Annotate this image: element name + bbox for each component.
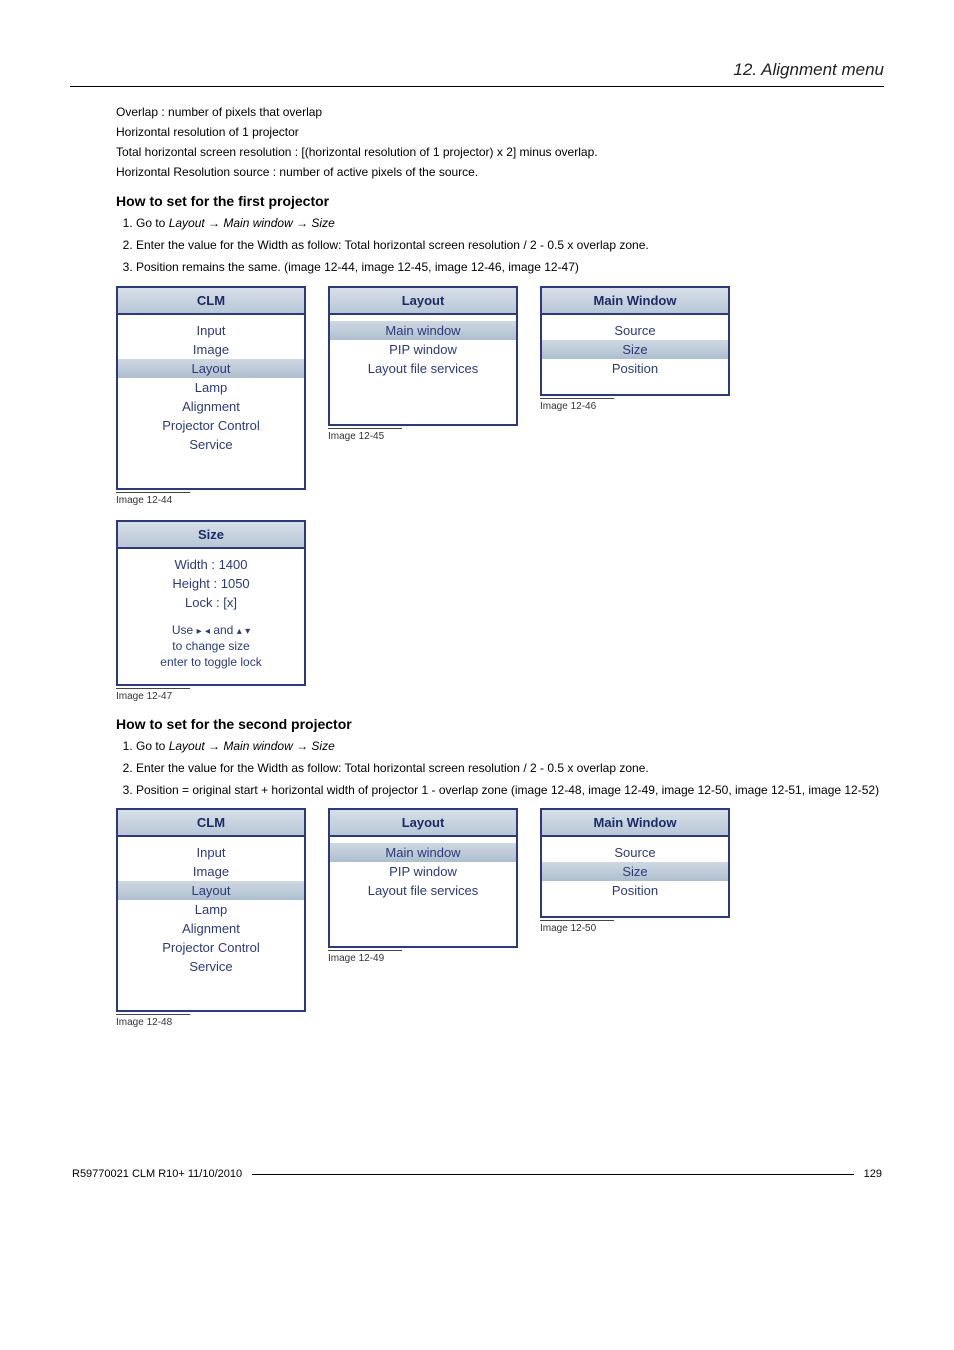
- hint1-pre: Use: [172, 623, 197, 637]
- mainwin2-menu: Main Window Source Size Position: [540, 808, 730, 918]
- clm2-col: CLM Input Image Layout Lamp Alignment Pr…: [116, 808, 306, 1028]
- triangle-right-icon: ▸: [197, 626, 202, 637]
- clm2-item-projector-control[interactable]: Projector Control: [118, 938, 304, 957]
- footer-line: [252, 1174, 854, 1175]
- size-hint2: to change size: [118, 638, 304, 654]
- section1-heading: How to set for the first projector: [116, 193, 884, 209]
- mainwin-menu: Main Window Source Size Position: [540, 286, 730, 396]
- footer-left: R59770021 CLM R10+ 11/10/2010: [72, 1168, 242, 1180]
- mainwin-item-source[interactable]: Source: [542, 321, 728, 340]
- clm-item-projector-control[interactable]: Projector Control: [118, 416, 304, 435]
- s2-pre: Go to: [136, 739, 169, 753]
- layout-caption: Image 12-45: [328, 428, 402, 442]
- section2-step3: Position = original start + horizontal w…: [136, 782, 884, 798]
- section1-step2: Enter the value for the Width as follow:…: [136, 237, 884, 253]
- layout2-item-file-services[interactable]: Layout file services: [330, 881, 516, 900]
- layout2-col: Layout Main window PIP window Layout fil…: [328, 808, 518, 964]
- layout-item-file-services[interactable]: Layout file services: [330, 359, 516, 378]
- clm2-item-service[interactable]: Service: [118, 957, 304, 976]
- layout-menu: Layout Main window PIP window Layout fil…: [328, 286, 518, 426]
- footer-page-number: 129: [864, 1168, 882, 1180]
- section-header: 12. Alignment menu: [70, 60, 884, 80]
- clm2-item-input[interactable]: Input: [118, 843, 304, 862]
- section2-step1: Go to Layout → Main window → Size: [136, 738, 884, 754]
- mainwin-col: Main Window Source Size Position Image 1…: [540, 286, 730, 412]
- size-hint1: Use ▸ ◂ and ▴ ▾: [118, 622, 304, 638]
- mainwin2-item-position[interactable]: Position: [542, 881, 728, 900]
- clm-col: CLM Input Image Layout Lamp Alignment Pr…: [116, 286, 306, 506]
- section2-step2: Enter the value for the Width as follow:…: [136, 760, 884, 776]
- intro-text: Overlap : number of pixels that overlap …: [70, 105, 884, 179]
- section1-menu-row: CLM Input Image Layout Lamp Alignment Pr…: [116, 286, 884, 506]
- section1-steps: Go to Layout → Main window → Size Enter …: [136, 215, 884, 276]
- header-rule: [70, 86, 884, 87]
- clm-caption: Image 12-44: [116, 492, 190, 506]
- intro-p3: Total horizontal screen resolution : [(h…: [116, 145, 884, 159]
- section1-step3: Position remains the same. (image 12-44,…: [136, 259, 884, 275]
- page-footer: R59770021 CLM R10+ 11/10/2010 129: [70, 1168, 884, 1180]
- mainwin-item-position[interactable]: Position: [542, 359, 728, 378]
- triangle-down-icon: ▾: [245, 626, 250, 637]
- clm-item-image[interactable]: Image: [118, 340, 304, 359]
- clm-title: CLM: [118, 288, 304, 315]
- size-menu: Size Width : 1400 Height : 1050 Lock : […: [116, 520, 306, 686]
- clm2-caption: Image 12-48: [116, 1014, 190, 1028]
- clm2-item-image[interactable]: Image: [118, 862, 304, 881]
- section2-heading: How to set for the second projector: [116, 716, 884, 732]
- section1-step1: Go to Layout → Main window → Size: [136, 215, 884, 231]
- mainwin-caption: Image 12-46: [540, 398, 614, 412]
- clm2-item-layout[interactable]: Layout: [118, 881, 304, 900]
- layout2-title: Layout: [330, 810, 516, 837]
- mainwin2-item-size[interactable]: Size: [542, 862, 728, 881]
- clm-item-input[interactable]: Input: [118, 321, 304, 340]
- clm-item-lamp[interactable]: Lamp: [118, 378, 304, 397]
- layout-title: Layout: [330, 288, 516, 315]
- layout2-item-pip-window[interactable]: PIP window: [330, 862, 516, 881]
- intro-p1: Overlap : number of pixels that overlap: [116, 105, 884, 119]
- clm-menu: CLM Input Image Layout Lamp Alignment Pr…: [116, 286, 306, 490]
- clm-item-alignment[interactable]: Alignment: [118, 397, 304, 416]
- intro-p4: Horizontal Resolution source : number of…: [116, 165, 884, 179]
- mainwin2-item-source[interactable]: Source: [542, 843, 728, 862]
- layout2-item-main-window[interactable]: Main window: [330, 843, 516, 862]
- clm2-item-alignment[interactable]: Alignment: [118, 919, 304, 938]
- size-height[interactable]: Height : 1050: [118, 574, 304, 593]
- s1-pre: Go to: [136, 216, 169, 230]
- intro-p2: Horizontal resolution of 1 projector: [116, 125, 884, 139]
- layout2-menu: Layout Main window PIP window Layout fil…: [328, 808, 518, 948]
- layout-item-pip-window[interactable]: PIP window: [330, 340, 516, 359]
- size-width[interactable]: Width : 1400: [118, 555, 304, 574]
- mainwin2-caption: Image 12-50: [540, 920, 614, 934]
- clm2-menu: CLM Input Image Layout Lamp Alignment Pr…: [116, 808, 306, 1012]
- size-col: Size Width : 1400 Height : 1050 Lock : […: [116, 520, 306, 702]
- clm-item-service[interactable]: Service: [118, 435, 304, 454]
- clm-item-layout[interactable]: Layout: [118, 359, 304, 378]
- s2-path: Layout → Main window → Size: [169, 739, 335, 753]
- size-hint3: enter to toggle lock: [118, 654, 304, 670]
- size-caption: Image 12-47: [116, 688, 190, 702]
- section2-menu-row: CLM Input Image Layout Lamp Alignment Pr…: [116, 808, 884, 1028]
- s1-path: Layout → Main window → Size: [169, 216, 335, 230]
- triangle-up-icon: ▴: [237, 626, 242, 637]
- section2-steps: Go to Layout → Main window → Size Enter …: [136, 738, 884, 799]
- mainwin-item-size[interactable]: Size: [542, 340, 728, 359]
- layout-col: Layout Main window PIP window Layout fil…: [328, 286, 518, 442]
- clm2-title: CLM: [118, 810, 304, 837]
- mainwin2-col: Main Window Source Size Position Image 1…: [540, 808, 730, 934]
- layout2-caption: Image 12-49: [328, 950, 402, 964]
- section1-size-row: Size Width : 1400 Height : 1050 Lock : […: [116, 520, 884, 702]
- hint1-mid: and: [210, 623, 237, 637]
- clm2-item-lamp[interactable]: Lamp: [118, 900, 304, 919]
- mainwin2-title: Main Window: [542, 810, 728, 837]
- size-title: Size: [118, 522, 304, 549]
- size-lock[interactable]: Lock : [x]: [118, 593, 304, 612]
- layout-item-main-window[interactable]: Main window: [330, 321, 516, 340]
- mainwin-title: Main Window: [542, 288, 728, 315]
